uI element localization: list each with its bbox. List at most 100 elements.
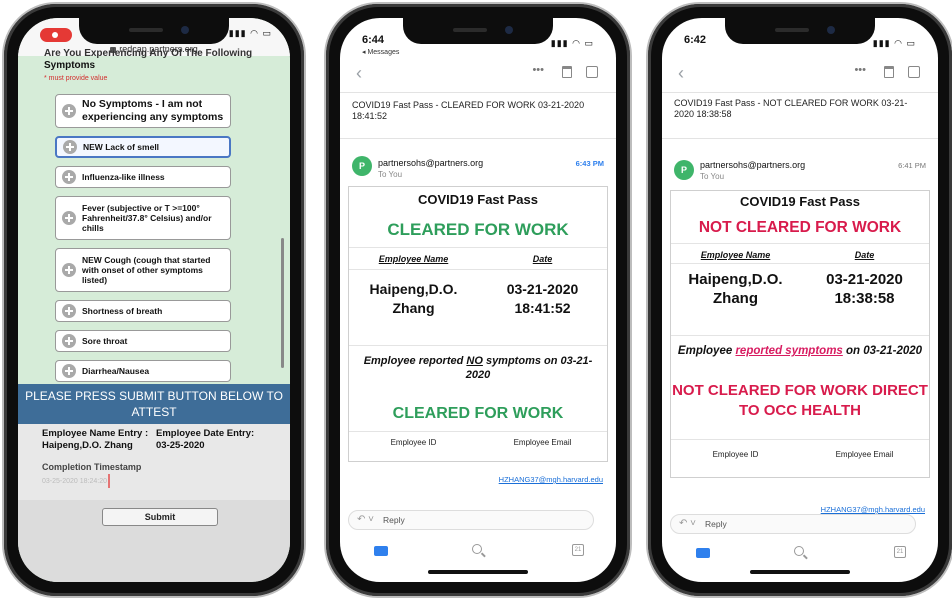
card-value-row: Haipeng,D.O. Zhang 03-21-2020 18:38:58	[671, 263, 929, 335]
option-label: Sore throat	[82, 335, 128, 346]
employee-name-entry: Employee Name Entry : Haipeng,D.O. Zhang	[42, 428, 149, 451]
back-to-messages[interactable]: ◂ Messages	[362, 48, 399, 56]
entry-area: Employee Name Entry : Haipeng,D.O. Zhang…	[18, 424, 290, 500]
archive-icon[interactable]	[586, 66, 598, 78]
option-label: NEW Lack of smell	[83, 141, 160, 152]
option-shortness-of-breath[interactable]: Shortness of breath	[55, 300, 231, 322]
option-cough[interactable]: NEW Cough (cough that started with onset…	[55, 248, 231, 292]
more-icon[interactable]: •••	[854, 64, 866, 76]
option-label: No Symptoms - I am not experiencing any …	[82, 98, 224, 123]
trash-icon[interactable]	[562, 66, 572, 78]
reply-bar[interactable]: ↶ ˅ Reply	[348, 510, 594, 530]
card-footer-row: Employee ID Employee Email	[671, 439, 929, 477]
report-emphasis: reported symptoms	[735, 345, 843, 357]
report-statement: Employee reported NO symptoms on 03-21-2…	[349, 345, 607, 397]
card-footer-row: Employee ID Employee Email	[349, 431, 607, 461]
card-value-row: Haipeng,D.O. Zhang 03-21-2020 18:41:52	[349, 269, 607, 345]
signal-wifi-battery-icon: ▮▮▮ ◠ ▭	[872, 38, 916, 48]
reply-icon: ↶ ˅	[679, 518, 696, 529]
option-diarrhea[interactable]: Diarrhea/Nausea	[55, 360, 231, 382]
search-icon[interactable]	[794, 546, 804, 556]
plus-icon	[62, 263, 76, 277]
divider	[340, 92, 616, 93]
plus-icon	[62, 170, 76, 184]
sent-time: 6:41 PM	[898, 161, 926, 170]
report-post: symptoms on 03-21-2020	[465, 355, 593, 381]
email-subject: COVID19 Fast Pass - CLEARED FOR WORK 03-…	[352, 100, 585, 121]
timestamp-label: Completion Timestamp	[42, 462, 142, 472]
submit-button[interactable]: Submit	[102, 508, 218, 526]
col-employee-email: Employee Email	[513, 438, 572, 447]
date-value: 03-21-2020 18:41:52	[506, 281, 579, 316]
sender-email[interactable]: partnersohs@partners.org	[378, 158, 483, 168]
phone-email-not-cleared: 6:42 ▮▮▮ ◠ ▭ ‹ ••• COVID19 Fast Pass - N…	[648, 4, 952, 596]
phone-screen: 6:44 ◂ Messages ▮▮▮ ◠ ▭ ‹ ••• COVID19 Fa…	[340, 18, 616, 582]
signal-wifi-battery-icon: ▮▮▮ ◠ ▭	[550, 38, 594, 48]
chevron-left-icon[interactable]: ‹	[678, 64, 684, 82]
status-cleared: CLEARED FOR WORK	[387, 220, 569, 239]
report-pre: Employee	[677, 345, 736, 357]
phone-notch	[79, 18, 229, 44]
plus-icon	[63, 140, 77, 154]
employee-date-entry: Employee Date Entry: 03-25-2020	[156, 428, 255, 451]
screen-recording-icon	[40, 28, 72, 42]
timestamp-field-cursor	[108, 474, 110, 488]
phone-screen: 6:42 ▮▮▮ ◠ ▭ ‹ ••• COVID19 Fast Pass - N…	[662, 18, 938, 582]
phone-notch	[403, 18, 553, 44]
reply-bar[interactable]: ↶ ˅ Reply	[670, 514, 916, 534]
divider	[662, 138, 938, 139]
employee-email-link[interactable]: HZHANG37@mgh.harvard.edu	[499, 475, 603, 484]
option-no-symptoms[interactable]: No Symptoms - I am not experiencing any …	[55, 94, 231, 128]
calendar-icon[interactable]: 21	[572, 544, 584, 556]
phone-email-cleared: 6:44 ◂ Messages ▮▮▮ ◠ ▭ ‹ ••• COVID19 Fa…	[326, 4, 630, 596]
mail-toolbar: ‹ •••	[340, 62, 616, 84]
email-subject: COVID19 Fast Pass - NOT CLEARED FOR WORK…	[674, 98, 908, 119]
option-sore-throat[interactable]: Sore throat	[55, 330, 231, 352]
date-value: 03-21-2020 18:38:58	[826, 271, 903, 307]
divider	[662, 92, 938, 93]
sent-time: 6:43 PM	[575, 159, 604, 168]
mail-icon[interactable]	[374, 546, 388, 556]
mail-toolbar: ‹ •••	[662, 62, 938, 84]
report-post: on 03-21-2020	[842, 345, 923, 357]
chevron-left-icon[interactable]: ‹	[356, 64, 362, 82]
col-employee-email: Employee Email	[835, 450, 894, 459]
home-indicator[interactable]	[428, 570, 528, 574]
card-header-row: Employee Name Date	[349, 247, 607, 269]
phone-screen: ▮▮▮ ◠ ▭ redcap.partners.org Are You Expe…	[18, 18, 290, 582]
option-label: NEW Cough (cough that started with onset…	[82, 254, 211, 286]
option-lack-of-smell[interactable]: NEW Lack of smell	[55, 136, 231, 158]
archive-icon[interactable]	[908, 66, 920, 78]
timestamp-value: 03-25-2020 18:24:20	[42, 478, 107, 485]
col-employee-name: Employee Name	[378, 254, 449, 264]
fast-pass-card: COVID19 Fast Pass NOT CLEARED FOR WORK E…	[670, 190, 930, 514]
signal-wifi-battery-icon: ▮▮▮ ◠ ▭	[228, 28, 272, 38]
calendar-icon[interactable]: 21	[894, 546, 906, 558]
status-not-cleared-bottom: NOT CLEARED FOR WORK DIRECT TO OCC HEALT…	[672, 382, 928, 419]
col-employee-name: Employee Name	[700, 250, 771, 260]
more-icon[interactable]: •••	[532, 64, 544, 76]
status-time: 6:44	[362, 34, 385, 46]
plus-icon	[62, 304, 76, 318]
employee-name-value: Haipeng,D.O. Zhang	[688, 271, 783, 307]
home-indicator[interactable]	[750, 570, 850, 574]
status-time: 6:42	[684, 34, 707, 46]
required-note: * must provide value	[44, 75, 108, 82]
report-emphasis: NO	[466, 355, 483, 367]
option-label: Shortness of breath	[82, 305, 163, 316]
sender-email[interactable]: partnersohs@partners.org	[700, 160, 805, 170]
question-title-cut: Are You Experiencing Any Of The Followin…	[44, 48, 253, 59]
recipient-label: To You	[700, 172, 725, 181]
avatar: P	[674, 160, 694, 180]
trash-icon[interactable]	[884, 66, 894, 78]
phone-redcap-form: ▮▮▮ ◠ ▭ redcap.partners.org Are You Expe…	[4, 4, 304, 596]
employee-email-link[interactable]: HZHANG37@mgh.harvard.edu	[821, 505, 925, 514]
status-cleared-bottom: CLEARED FOR WORK	[392, 405, 564, 422]
mail-icon[interactable]	[696, 548, 710, 558]
search-icon[interactable]	[472, 544, 482, 554]
employee-name-value: Haipeng,D.O. Zhang	[369, 281, 458, 316]
option-influenza[interactable]: Influenza-like illness	[55, 166, 231, 188]
option-fever[interactable]: Fever (subjective or T >=100° Fahrenheit…	[55, 196, 231, 240]
scrollbar[interactable]	[281, 238, 284, 368]
report-statement: Employee reported symptoms on 03-21-2020	[671, 335, 929, 377]
